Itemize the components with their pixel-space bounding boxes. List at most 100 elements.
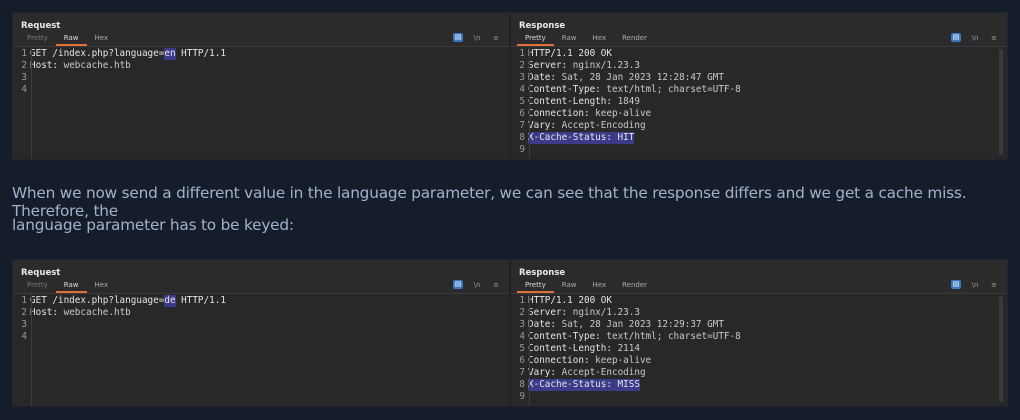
request-pane: Request Pretty Raw Hex ▤ \n ≡ 1 GET /index.php?l…: [13, 260, 511, 406]
code-line: 3 Date: Sat, 28 Jan 2023 12:28:47 GMT: [511, 72, 1007, 84]
code-line: 1 GET /index.php?language= de HTTP/1.1: [13, 295, 509, 307]
header-value: 2114: [617, 343, 640, 354]
header-name: Content-Length:: [528, 343, 618, 354]
request-title: Request: [21, 21, 61, 31]
tab-raw[interactable]: Raw: [554, 280, 585, 293]
header-name: HTTP/1.1: [175, 295, 226, 306]
code-line: 1 HTTP/1.1 200 OK: [511, 48, 1007, 60]
code-line: 3 Date: Sat, 28 Jan 2023 12:29:37 GMT: [511, 319, 1007, 331]
tab-raw[interactable]: Raw: [554, 33, 585, 46]
word-wrap-icon[interactable]: ▤: [951, 33, 961, 42]
newline-icon[interactable]: \n: [970, 281, 980, 289]
code-line: 4 Content-Type: text/html; charset=UTF-8: [511, 331, 1007, 343]
scrollbar[interactable]: [999, 49, 1003, 155]
tab-hex[interactable]: Hex: [87, 280, 117, 293]
code-line: 3: [13, 72, 509, 84]
code-line: 4: [13, 84, 509, 96]
header-value: Accept-Encoding: [561, 120, 646, 131]
tab-pretty[interactable]: Pretty: [19, 33, 56, 46]
tab-hex[interactable]: Hex: [87, 33, 117, 46]
menu-icon[interactable]: ≡: [989, 281, 999, 289]
tab-hex[interactable]: Hex: [585, 33, 615, 46]
tab-pretty[interactable]: Pretty: [517, 33, 554, 46]
word-wrap-icon[interactable]: ▤: [453, 280, 463, 289]
code-line: 3: [13, 319, 509, 331]
editor-toolbar: ▤ \n ≡: [951, 280, 999, 289]
header-value: text/html; charset=UTF-8: [606, 84, 741, 95]
request-editor[interactable]: 1 GET /index.php?language= en HTTP/1.1 2 Hos…: [13, 47, 509, 159]
response-tabs: Pretty Raw Hex Render ▤ \n ≡: [511, 280, 1007, 294]
code-line: 6 Connection: keep-alive: [511, 355, 1007, 367]
word-wrap-icon[interactable]: ▤: [453, 33, 463, 42]
header-value: nginx/1.23.3: [572, 60, 640, 71]
request-pane: Request Pretty Raw Hex ▤ \n ≡ 1 GET /index.php?l…: [13, 13, 511, 159]
burp-screenshot-hit: Request Pretty Raw Hex ▤ \n ≡ 1 GET /index.php?l…: [12, 12, 1008, 160]
highlighted-text: de: [164, 295, 176, 307]
request-tabs: Pretty Raw Hex ▤ \n ≡: [13, 280, 509, 294]
response-editor[interactable]: 1 HTTP/1.1 200 OK 2 Server: nginx/1.23.3 3 Da…: [511, 47, 1007, 159]
header-name: Date:: [528, 319, 562, 330]
header-name: Content-Type:: [528, 331, 607, 342]
tab-render[interactable]: Render: [614, 280, 655, 293]
response-pane: Response Pretty Raw Hex Render ▤ \n ≡ 1 HTTP/1.1 …: [511, 13, 1007, 159]
tab-pretty[interactable]: Pretty: [517, 280, 554, 293]
editor-toolbar: ▤ \n ≡: [453, 33, 501, 42]
scrollbar[interactable]: [999, 296, 1003, 402]
menu-icon[interactable]: ≡: [989, 34, 999, 42]
editor-toolbar: ▤ \n ≡: [453, 280, 501, 289]
highlighted-text: X-Cache-Status: HIT: [528, 132, 635, 144]
line-gutter: [511, 47, 530, 159]
header-name: Host:: [30, 307, 64, 318]
editor-toolbar: ▤ \n ≡: [951, 33, 999, 42]
header-value: keep-alive: [595, 355, 652, 366]
line-gutter: [511, 294, 530, 406]
header-name: Content-Length:: [528, 96, 618, 107]
header-name: GET /index.php?language=: [30, 48, 165, 59]
newline-icon[interactable]: \n: [472, 281, 482, 289]
tab-hex[interactable]: Hex: [585, 280, 615, 293]
tab-pretty[interactable]: Pretty: [19, 280, 56, 293]
code-line: 5 Content-Length: 2114: [511, 343, 1007, 355]
line-gutter: [13, 47, 32, 159]
response-pane: Response Pretty Raw Hex Render ▤ \n ≡ 1 HTTP/1.1 …: [511, 260, 1007, 406]
tab-raw[interactable]: Raw: [55, 280, 87, 293]
code-line: 5 Content-Length: 1849: [511, 96, 1007, 108]
code-line: 8 X-Cache-Status: MISS: [511, 379, 1007, 391]
header-value: webcache.htb: [63, 60, 131, 71]
header-name: Connection:: [528, 355, 596, 366]
tab-raw[interactable]: Raw: [55, 33, 87, 46]
response-title: Response: [519, 268, 566, 278]
header-value: 1849: [617, 96, 640, 107]
code-line: 2 Host: webcache.htb: [13, 60, 509, 72]
newline-icon[interactable]: \n: [970, 34, 980, 42]
menu-icon[interactable]: ≡: [491, 281, 501, 289]
highlighted-text: en: [164, 48, 176, 60]
code-line: 6 Connection: keep-alive: [511, 108, 1007, 120]
word-wrap-icon[interactable]: ▤: [951, 280, 961, 289]
header-name: GET /index.php?language=: [30, 295, 165, 306]
header-value: nginx/1.23.3: [572, 307, 640, 318]
menu-icon[interactable]: ≡: [491, 34, 501, 42]
code-line: 8 X-Cache-Status: HIT: [511, 132, 1007, 144]
code-line: 1 HTTP/1.1 200 OK: [511, 295, 1007, 307]
header-name: Connection:: [528, 108, 596, 119]
request-editor[interactable]: 1 GET /index.php?language= de HTTP/1.1 2 Hos…: [13, 294, 509, 406]
header-name: Content-Type:: [528, 84, 607, 95]
header-value: text/html; charset=UTF-8: [606, 331, 741, 342]
line-gutter: [13, 294, 32, 406]
header-value: keep-alive: [595, 108, 652, 119]
header-name: Server:: [528, 60, 573, 71]
tab-render[interactable]: Render: [614, 33, 655, 46]
response-title: Response: [519, 21, 566, 31]
header-name: HTTP/1.1: [175, 48, 226, 59]
code-line: 2 Server: nginx/1.23.3: [511, 307, 1007, 319]
newline-icon[interactable]: \n: [472, 34, 482, 42]
header-value: Sat, 28 Jan 2023 12:28:47 GMT: [561, 72, 724, 83]
request-tabs: Pretty Raw Hex ▤ \n ≡: [13, 33, 509, 47]
request-title: Request: [21, 268, 61, 278]
response-editor[interactable]: 1 HTTP/1.1 200 OK 2 Server: nginx/1.23.3 3 Da…: [511, 294, 1007, 406]
code-line: 9: [511, 391, 1007, 403]
highlighted-text: X-Cache-Status: MISS: [528, 379, 640, 391]
header-value: Accept-Encoding: [561, 367, 646, 378]
paragraph-line-2: language parameter has to be keyed:: [12, 216, 294, 234]
